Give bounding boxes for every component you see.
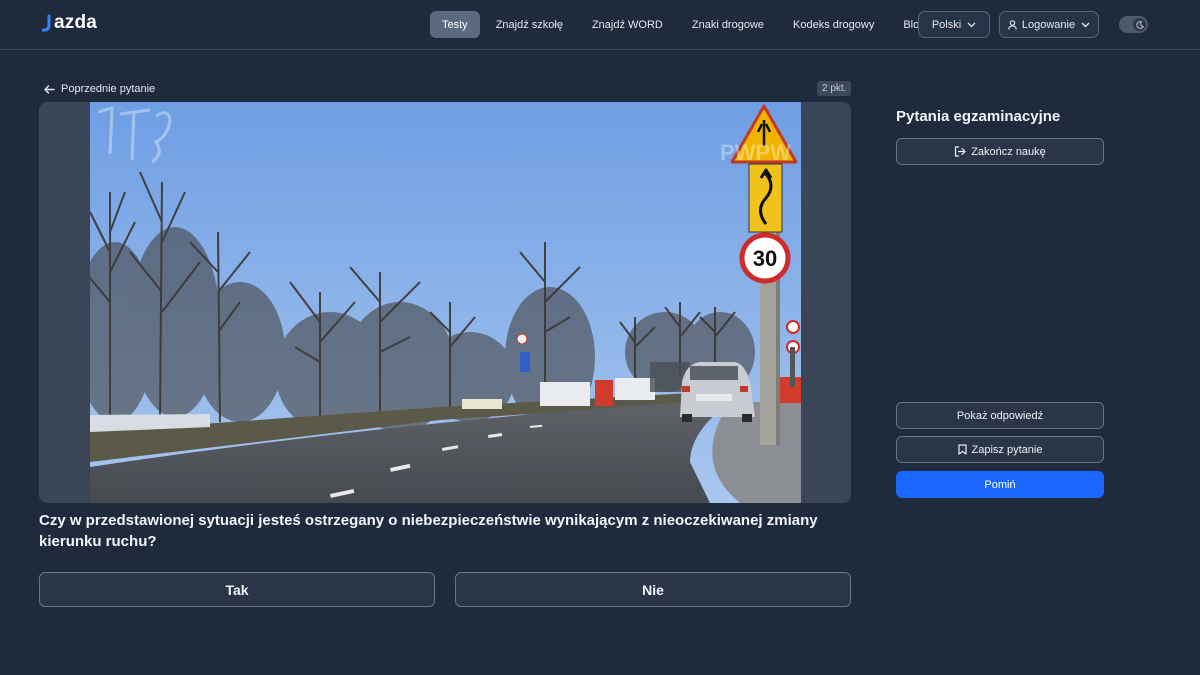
speed-limit-text: 30	[753, 246, 777, 271]
road-scene-image: 30 PWPW	[90, 102, 801, 503]
main-nav: Testy Znajdź szkołę Znajdź WORD Znaki dr…	[430, 11, 941, 38]
nav-item-testy[interactable]: Testy	[430, 11, 480, 38]
save-question-button[interactable]: Zapisz pytanie	[896, 436, 1104, 463]
moon-icon	[1135, 20, 1144, 29]
top-header: azda Testy Znajdź szkołę Znajdź WORD Zna…	[0, 0, 1200, 50]
logout-icon	[955, 146, 966, 157]
logo-mark-icon	[42, 14, 51, 32]
previous-question-link[interactable]: Poprzednie pytanie	[44, 81, 155, 97]
skip-button[interactable]: Pomiń	[896, 471, 1104, 498]
save-question-label: Zapisz pytanie	[971, 443, 1043, 456]
language-dropdown[interactable]: Polski	[918, 11, 990, 38]
question-media: 30 PWPW	[39, 102, 851, 503]
user-icon	[1008, 19, 1017, 30]
nav-item-znajdz-word[interactable]: Znajdź WORD	[579, 11, 676, 38]
toggle-knob	[1133, 18, 1146, 31]
chevron-down-icon	[967, 22, 976, 27]
chevron-down-icon	[1081, 22, 1090, 27]
previous-question-label: Poprzednie pytanie	[61, 83, 156, 95]
question-text: Czy w przedstawionej sytuacji jesteś ost…	[39, 512, 818, 550]
sidebar-title: Pytania egzaminacyjne	[896, 108, 1061, 125]
end-learning-label: Zakończ naukę	[971, 145, 1046, 158]
arrow-left-icon	[44, 84, 55, 94]
bookmark-icon	[957, 444, 967, 455]
end-learning-button[interactable]: Zakończ naukę	[896, 138, 1104, 165]
nav-item-znajdz-szkole[interactable]: Znajdź szkołę	[483, 11, 576, 38]
nav-item-znaki-drogowe[interactable]: Znaki drogowe	[679, 11, 777, 38]
nav-item-kodeks-drogowy[interactable]: Kodeks drogowy	[780, 11, 887, 38]
site-logo[interactable]: azda	[42, 12, 97, 34]
theme-toggle[interactable]	[1119, 16, 1148, 33]
answer-no-button[interactable]: Nie	[455, 572, 851, 607]
login-dropdown[interactable]: Logowanie	[999, 11, 1099, 38]
logo-text: azda	[54, 12, 98, 33]
points-badge: 2 pkt.	[817, 81, 852, 96]
watermark-text: PWPW	[720, 140, 791, 165]
answer-yes-button[interactable]: Tak	[39, 572, 435, 607]
show-answer-button[interactable]: Pokaż odpowiedź	[896, 402, 1104, 429]
login-label: Logowanie	[1021, 18, 1076, 31]
language-label: Polski	[931, 18, 962, 31]
